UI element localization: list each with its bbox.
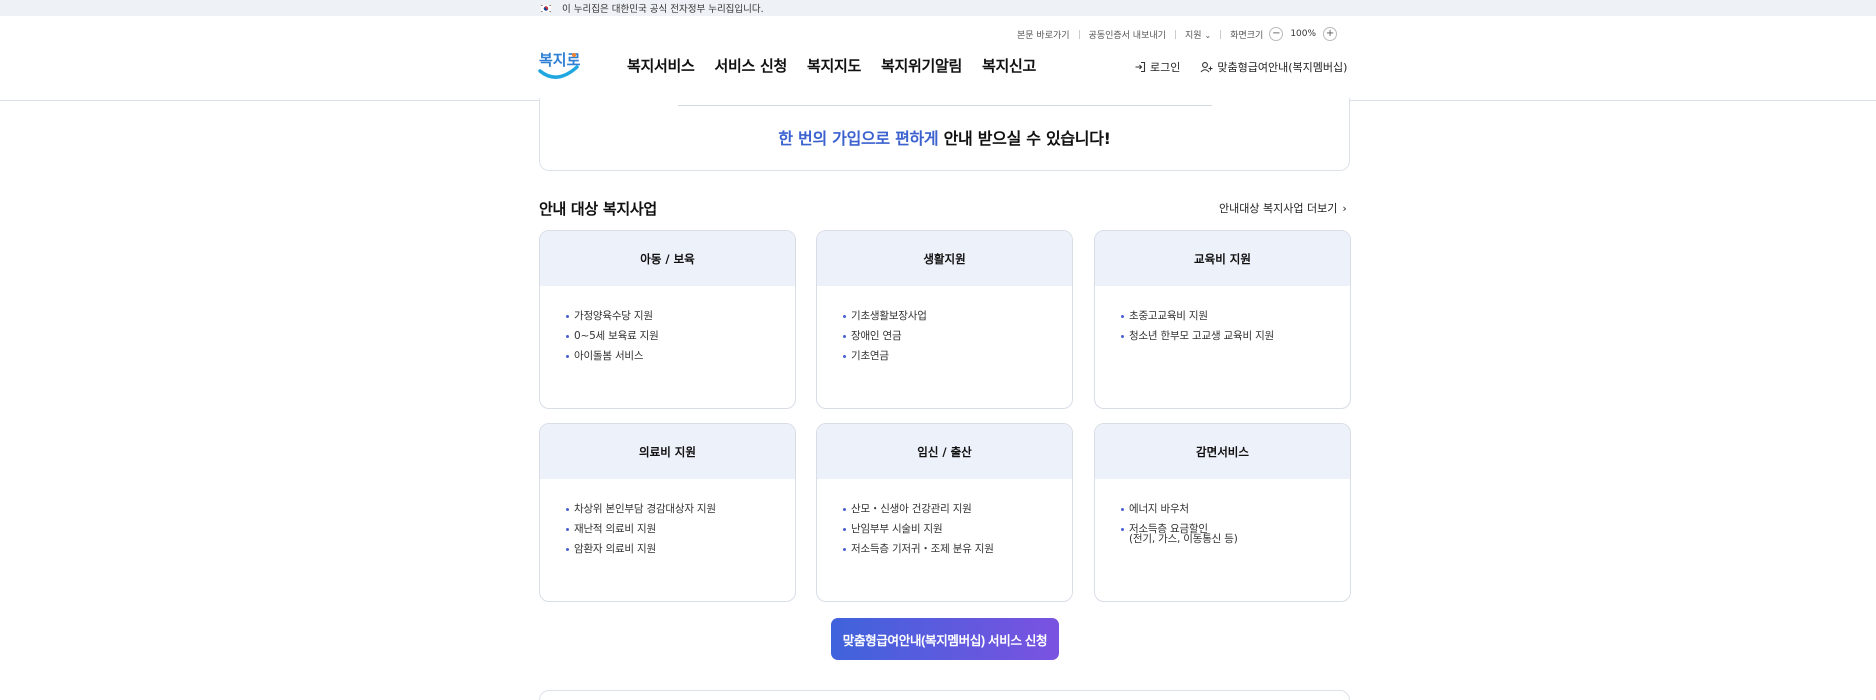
login-label: 로그인 <box>1150 61 1181 74</box>
list-item-sub: (전기, 가스, 이동통신 등) <box>1129 533 1238 545</box>
card-title: 교육비 지원 <box>1095 231 1350 286</box>
header-right: 로그인 맞춤형급여안내(복지멤버십) <box>1134 59 1347 75</box>
gov-banner-text: 이 누리집은 대한민국 공식 전자정부 누리집입니다. <box>562 4 764 15</box>
korea-flag-icon <box>540 3 552 13</box>
nav-item-service-apply[interactable]: 서비스 신청 <box>715 55 788 76</box>
support-dropdown[interactable]: 지원 ⌄ <box>1185 28 1211 41</box>
card-list: 에너지 바우처 저소득층 요금할인 (전기, 가스, 이동통신 등) <box>1095 479 1350 545</box>
user-add-icon <box>1200 62 1213 73</box>
list-item: 에너지 바우처 <box>1121 499 1350 519</box>
list-item: 재난적 의료비 지원 <box>566 519 795 539</box>
intro-message-highlight: 한 번의 가입으로 편하게 <box>778 129 939 148</box>
gov-banner: 이 누리집은 대한민국 공식 전자정부 누리집입니다. <box>0 0 1876 16</box>
more-link-label: 안내대상 복지사업 더보기 <box>1219 202 1338 215</box>
divider <box>1220 29 1222 39</box>
list-item: 가정양육수당 지원 <box>566 306 795 326</box>
list-item: 아이돌봄 서비스 <box>566 346 795 366</box>
more-welfare-link[interactable]: 안내대상 복지사업 더보기 › <box>1219 200 1347 216</box>
list-item: 저소득층 기저귀・조제 분유 지원 <box>843 539 1072 559</box>
next-section-card <box>539 690 1350 700</box>
nav-item-welfare-services[interactable]: 복지서비스 <box>627 55 695 76</box>
card-title: 임신 / 출산 <box>817 424 1072 479</box>
welfare-card-living-support: 생활지원 기초생활보장사업 장애인 연금 기초연금 <box>816 230 1073 409</box>
utility-bar: 본문 바로가기 공동인증서 내보내기 지원 ⌄ 화면크기 − 100% + <box>1017 26 1338 42</box>
membership-apply-button[interactable]: 맞춤형급여안내(복지멤버십) 서비스 신청 <box>831 618 1059 660</box>
list-item: 암환자 의료비 지원 <box>566 539 795 559</box>
zoom-label: 화면크기 <box>1230 30 1264 41</box>
welfare-card-pregnancy: 임신 / 출산 산모・신생아 건강관리 지원 난임부부 시술비 지원 저소득층 … <box>816 423 1073 602</box>
card-title: 생활지원 <box>817 231 1072 286</box>
welfare-card-medical: 의료비 지원 차상위 본인부담 경감대상자 지원 재난적 의료비 지원 암환자 … <box>539 423 796 602</box>
skip-to-content-link[interactable]: 본문 바로가기 <box>1017 28 1070 41</box>
card-list: 기초생활보장사업 장애인 연금 기초연금 <box>817 286 1072 366</box>
list-item: 차상위 본인부담 경감대상자 지원 <box>566 499 795 519</box>
membership-intro-card: 한 번의 가입으로 편하게 안내 받으실 수 있습니다! <box>539 98 1350 171</box>
list-item: 산모・신생아 건강관리 지원 <box>843 499 1072 519</box>
list-item: 장애인 연금 <box>843 326 1072 346</box>
section-title: 안내 대상 복지사업 <box>539 200 657 218</box>
zoom-value: 100% <box>1290 29 1317 39</box>
nav-item-welfare-map[interactable]: 복지지도 <box>807 55 861 76</box>
chevron-right-icon: › <box>1342 201 1347 215</box>
login-icon <box>1135 61 1146 73</box>
card-list: 초중고교육비 지원 청소년 한부모 고교생 교육비 지원 <box>1095 286 1350 346</box>
list-item: 기초연금 <box>843 346 1072 366</box>
welfare-card-discount: 감면서비스 에너지 바우처 저소득층 요금할인 (전기, 가스, 이동통신 등) <box>1094 423 1351 602</box>
divider <box>1078 29 1080 39</box>
card-title: 감면서비스 <box>1095 424 1350 479</box>
zoom-in-button[interactable]: + <box>1323 27 1338 41</box>
bokjiro-logo[interactable]: 복지로 <box>537 45 581 85</box>
intro-message-rest: 안내 받으실 수 있습니다! <box>938 129 1111 148</box>
support-label: 지원 <box>1184 30 1202 41</box>
chevron-down-icon: ⌄ <box>1204 30 1212 40</box>
card-list: 산모・신생아 건강관리 지원 난임부부 시술비 지원 저소득층 기저귀・조제 분… <box>817 479 1072 559</box>
card-title: 아동 / 보육 <box>540 231 795 286</box>
list-item: 청소년 한부모 고교생 교육비 지원 <box>1121 326 1350 346</box>
nav-item-welfare-report[interactable]: 복지신고 <box>982 55 1036 76</box>
membership-link[interactable]: 맞춤형급여안내(복지멤버십) <box>1200 59 1347 75</box>
card-title: 의료비 지원 <box>540 424 795 479</box>
list-item: 0~5세 보육료 지원 <box>566 326 795 346</box>
export-cert-link[interactable]: 공동인증서 내보내기 <box>1089 28 1166 41</box>
welfare-card-child-care: 아동 / 보육 가정양육수당 지원 0~5세 보육료 지원 아이돌봄 서비스 <box>539 230 796 409</box>
list-item: 기초생활보장사업 <box>843 306 1072 326</box>
membership-label: 맞춤형급여안내(복지멤버십) <box>1217 61 1348 74</box>
nav-item-crisis-alert[interactable]: 복지위기알림 <box>881 55 962 76</box>
main-nav: 복지서비스 서비스 신청 복지지도 복지위기알림 복지신고 <box>627 55 1036 76</box>
list-item: 저소득층 요금할인 (전기, 가스, 이동통신 등) <box>1121 519 1350 545</box>
welfare-card-education: 교육비 지원 초중고교육비 지원 청소년 한부모 고교생 교육비 지원 <box>1094 230 1351 409</box>
login-link[interactable]: 로그인 <box>1134 59 1180 75</box>
intro-message: 한 번의 가입으로 편하게 안내 받으실 수 있습니다! <box>540 125 1349 149</box>
list-item: 초중고교육비 지원 <box>1121 306 1350 326</box>
card-list: 가정양육수당 지원 0~5세 보육료 지원 아이돌봄 서비스 <box>540 286 795 366</box>
divider <box>678 105 1212 106</box>
list-item: 난임부부 시술비 지원 <box>843 519 1072 539</box>
zoom-out-button[interactable]: − <box>1269 27 1284 41</box>
divider <box>1174 29 1176 39</box>
card-list: 차상위 본인부담 경감대상자 지원 재난적 의료비 지원 암환자 의료비 지원 <box>540 479 795 559</box>
